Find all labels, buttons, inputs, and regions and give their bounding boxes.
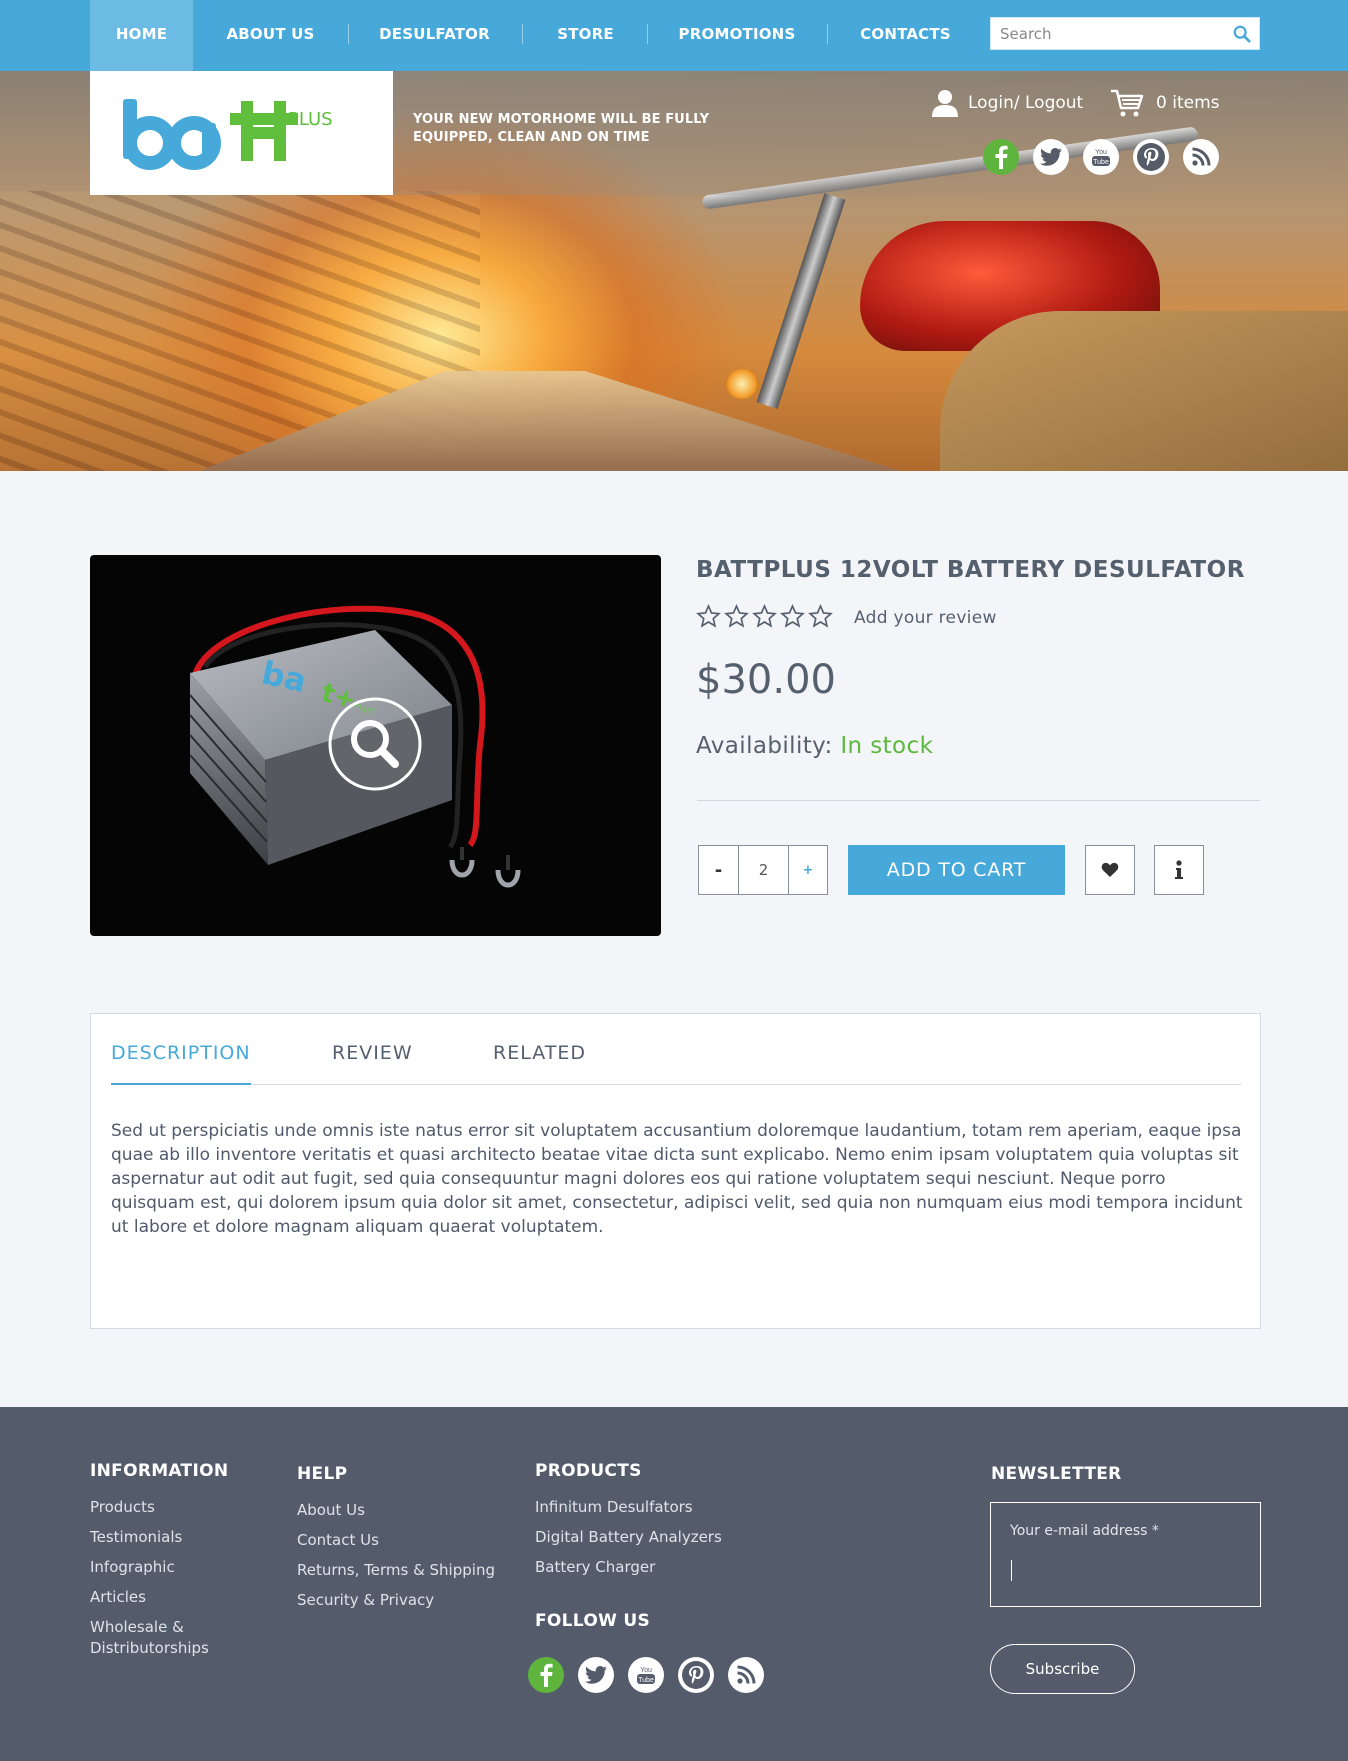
info-icon (1175, 860, 1183, 879)
cart-link[interactable]: 0 items (1110, 88, 1219, 118)
footer-link-products[interactable]: Products (90, 1497, 155, 1518)
availability-label: Availability: (696, 733, 833, 759)
user-icon (932, 90, 958, 117)
nav-about-us[interactable]: ABOUT US (213, 0, 328, 71)
svg-text:You: You (1095, 149, 1107, 156)
hero-motorcycle-fork (756, 192, 846, 410)
star-empty-icon[interactable] (752, 604, 777, 629)
footer-link-battery-charger[interactable]: Battery Charger (535, 1557, 655, 1578)
quantity-stepper: - 2 + (698, 845, 828, 895)
text-cursor (1011, 1560, 1012, 1581)
footer-link-distributorships[interactable]: Distributorships (90, 1638, 209, 1659)
quantity-input[interactable]: 2 (739, 846, 789, 894)
footer-link-testimonials[interactable]: Testimonials (90, 1527, 182, 1548)
tab-review[interactable]: REVIEW (332, 1042, 413, 1064)
login-logout-link[interactable]: Login/ Logout (930, 88, 1083, 118)
heart-icon (1101, 862, 1119, 877)
nav-separator (522, 24, 523, 44)
wishlist-button[interactable] (1085, 845, 1135, 895)
newsletter-email-placeholder: Your e-mail address * (1010, 1523, 1159, 1539)
footer-link-security-privacy[interactable]: Security & Privacy (297, 1590, 434, 1611)
footer-link-articles[interactable]: Articles (90, 1587, 146, 1608)
rss-icon[interactable] (1183, 139, 1219, 175)
nav-desulfator[interactable]: DESULFATOR (368, 0, 501, 71)
top-navigation: HOME ABOUT US DESULFATOR STORE PROMOTION… (0, 0, 1348, 71)
product-image[interactable]: ba t+ PLUS (90, 555, 661, 936)
footer-heading-help: HELP (297, 1464, 348, 1484)
rss-icon[interactable] (728, 1657, 764, 1693)
footer-link-infographic[interactable]: Infographic (90, 1557, 175, 1578)
star-empty-icon[interactable] (780, 604, 805, 629)
footer-link-contact-us[interactable]: Contact Us (297, 1530, 379, 1551)
footer-heading-information: INFORMATION (90, 1461, 229, 1481)
product-title: BATTPLUS 12VOLT BATTERY DESULFATOR (696, 557, 1245, 583)
footer-link-digital-battery-analyzers[interactable]: Digital Battery Analyzers (535, 1527, 722, 1548)
footer: INFORMATION Products Testimonials Infogr… (0, 1407, 1348, 1761)
nav-home[interactable]: HOME (90, 0, 193, 71)
search-box (990, 17, 1260, 50)
info-button[interactable] (1154, 845, 1204, 895)
facebook-icon[interactable] (528, 1657, 564, 1693)
footer-social-links: You Tube (528, 1657, 764, 1693)
header-tagline: YOUR NEW MOTORHOME WILL BE FULLY EQUIPPE… (413, 112, 710, 145)
login-logout-label: Login/ Logout (968, 93, 1084, 113)
tab-divider (111, 1084, 1241, 1085)
twitter-icon[interactable] (1033, 139, 1069, 175)
tab-description[interactable]: DESCRIPTION (111, 1042, 251, 1064)
footer-link-about-us[interactable]: About Us (297, 1500, 365, 1521)
divider (697, 800, 1260, 801)
cart-icon (1111, 89, 1144, 117)
facebook-icon[interactable] (983, 139, 1019, 175)
svg-text:You: You (640, 1667, 652, 1674)
footer-heading-follow-us: FOLLOW US (535, 1611, 650, 1631)
footer-link-infinitum-desulfators[interactable]: Infinitum Desulfators (535, 1497, 693, 1518)
logo-plus-text: PLUS (288, 109, 333, 130)
header-social-links: You Tube (983, 139, 1219, 175)
add-to-cart-button[interactable]: ADD TO CART (848, 845, 1065, 895)
nav-separator (647, 24, 648, 44)
tab-related[interactable]: RELATED (493, 1042, 586, 1064)
star-empty-icon[interactable] (724, 604, 749, 629)
youtube-icon[interactable]: You Tube (1083, 139, 1119, 175)
description-text: Sed ut perspiciatis unde omnis iste natu… (111, 1121, 1243, 1237)
subscribe-button[interactable]: Subscribe (990, 1644, 1135, 1694)
batt-plus-logo (123, 99, 298, 170)
svg-text:Tube: Tube (1093, 159, 1109, 166)
nav-contacts[interactable]: CONTACTS (848, 0, 963, 71)
pinterest-icon[interactable] (678, 1657, 714, 1693)
desulfator-device-photo: ba t+ PLUS (189, 605, 521, 888)
nav-separator (827, 24, 828, 44)
star-empty-icon[interactable] (808, 604, 833, 629)
svg-text:Tube: Tube (638, 1677, 654, 1684)
hero-motorcycle-lamp (725, 369, 759, 399)
nav-promotions[interactable]: PROMOTIONS (666, 0, 808, 71)
product-price: $30.00 (696, 657, 836, 703)
newsletter-email-field[interactable]: Your e-mail address * (990, 1502, 1261, 1607)
search-input[interactable] (991, 18, 1221, 49)
availability-status: In stock (840, 733, 934, 759)
footer-heading-products: PRODUCTS (535, 1461, 642, 1481)
cart-count-label: 0 items (1156, 93, 1220, 113)
nav-separator (348, 24, 349, 44)
product-tabs: DESCRIPTION REVIEW RELATED Sed ut perspi… (90, 1013, 1261, 1329)
pinterest-icon[interactable] (1133, 139, 1169, 175)
nav-store[interactable]: STORE (543, 0, 628, 71)
quantity-increase-button[interactable]: + (789, 846, 827, 894)
twitter-icon[interactable] (578, 1657, 614, 1693)
rating-stars[interactable] (696, 604, 833, 629)
site-logo[interactable]: PLUS (90, 71, 393, 195)
footer-heading-newsletter: NEWSLETTER (991, 1464, 1122, 1484)
availability: Availability: In stock (696, 733, 933, 759)
search-icon[interactable] (1233, 25, 1251, 43)
youtube-icon[interactable]: You Tube (628, 1657, 664, 1693)
tab-active-indicator (111, 1083, 251, 1085)
footer-link-returns-terms-shipping[interactable]: Returns, Terms & Shipping (297, 1560, 495, 1581)
hero-rider-jacket (940, 311, 1348, 471)
quantity-decrease-button[interactable]: - (699, 846, 739, 894)
star-empty-icon[interactable] (696, 604, 721, 629)
footer-link-wholesale[interactable]: Wholesale & (90, 1617, 184, 1638)
add-review-link[interactable]: Add your review (854, 608, 997, 628)
